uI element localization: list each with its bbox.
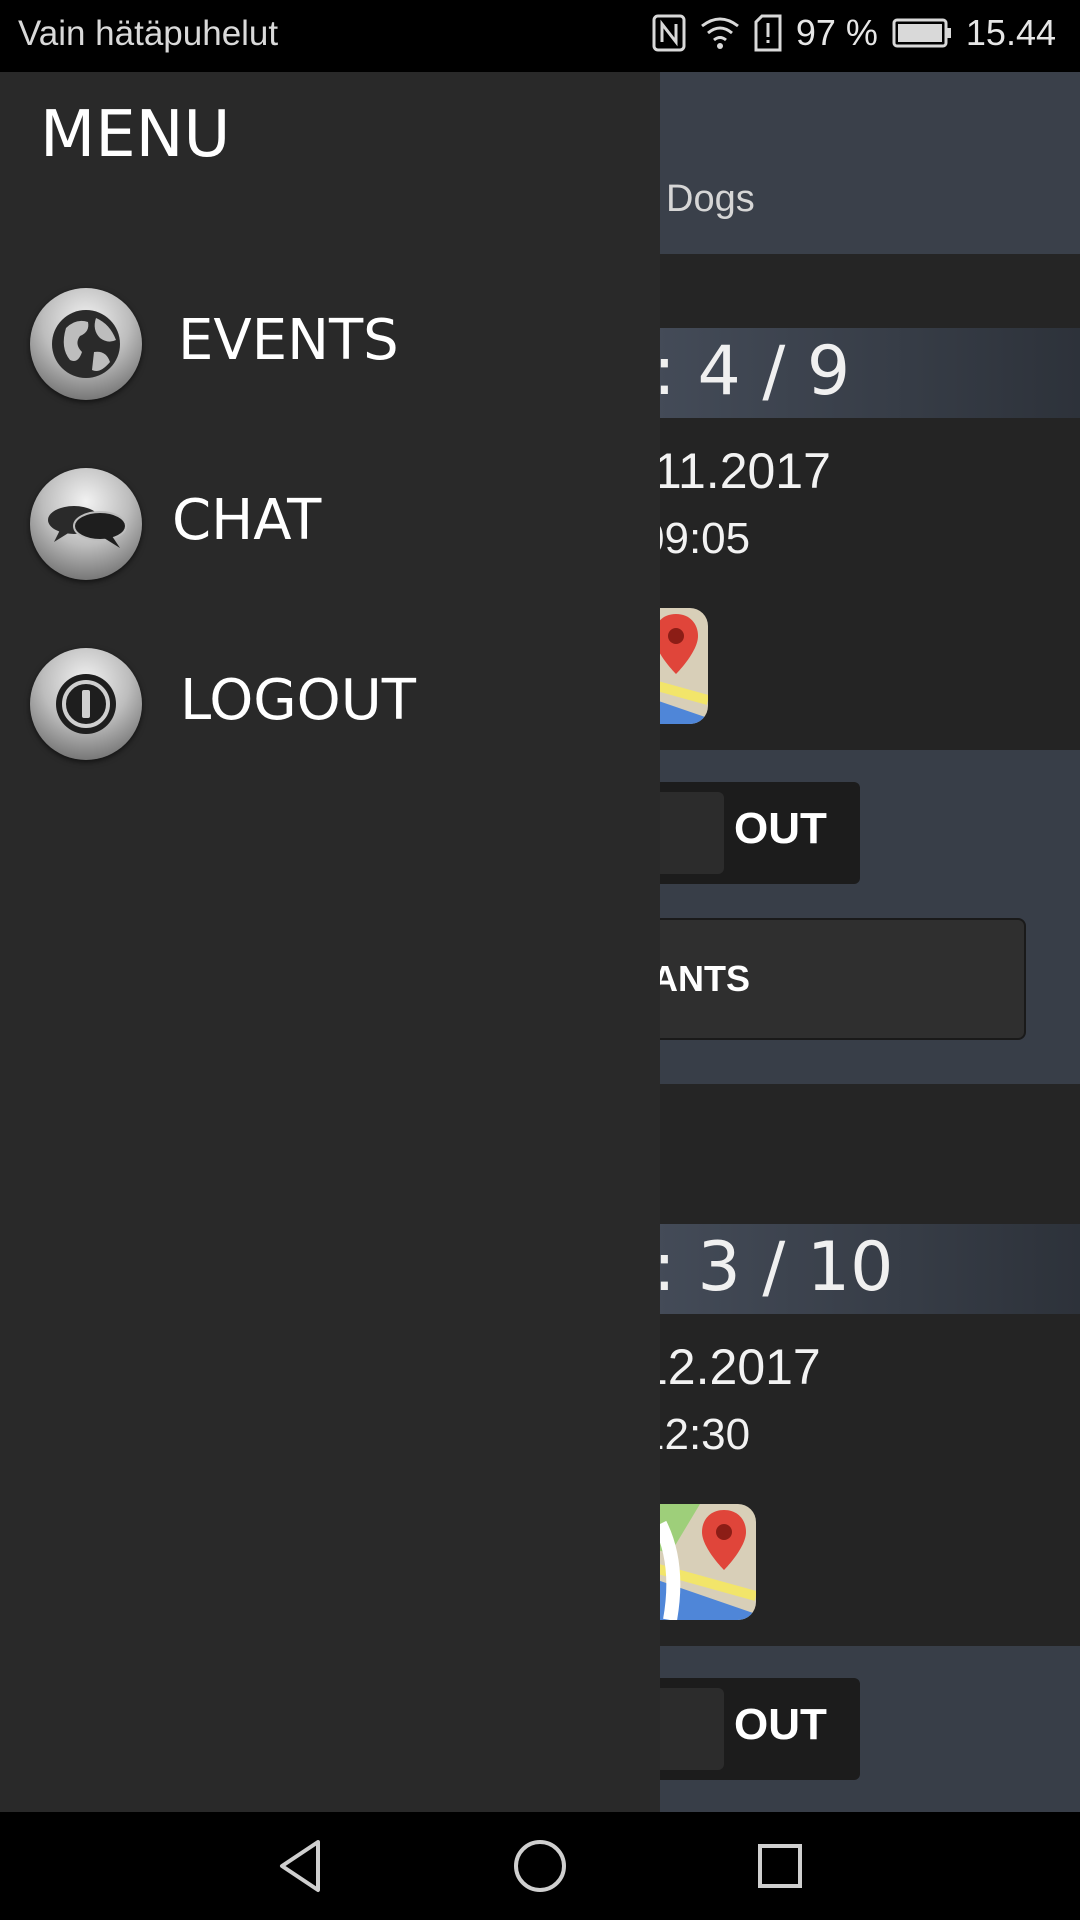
event-date: .11.2017: [640, 443, 831, 499]
menu-item-logout[interactable]: LOGOUT: [0, 638, 660, 768]
status-bar: Vain hätäpuhelut 97 % 15.44: [0, 0, 1080, 72]
toggle-label: OUT: [734, 1700, 827, 1749]
back-icon[interactable]: [270, 1836, 330, 1896]
nfc-icon: [652, 14, 686, 52]
menu-item-label: EVENTS: [178, 308, 399, 373]
chat-bubbles-icon: [30, 468, 142, 580]
navigation-drawer: MENU EVENTS CHAT LOGOUT: [0, 72, 660, 1812]
home-icon[interactable]: [510, 1836, 570, 1896]
menu-item-label: LOGOUT: [180, 668, 416, 733]
menu-item-chat[interactable]: CHAT: [0, 458, 660, 588]
clock: 15.44: [965, 12, 1056, 53]
globe-icon: [30, 288, 142, 400]
status-icons: 97 % 15.44: [652, 12, 1056, 54]
wifi-icon: [700, 17, 739, 49]
drawer-title: MENU: [40, 98, 231, 172]
group-name: Dogs: [666, 178, 755, 220]
carrier-text: Vain hätäpuhelut: [18, 14, 279, 53]
event-date: 12.2017: [640, 1339, 821, 1395]
menu-item-events[interactable]: EVENTS: [0, 278, 660, 408]
participants-label: ANTS: [652, 958, 750, 999]
power-icon: [30, 648, 142, 760]
participants-button[interactable]: ANTS: [600, 918, 1026, 1040]
recents-icon[interactable]: [750, 1836, 810, 1896]
system-nav-bar: [0, 1812, 1080, 1920]
menu-item-label: CHAT: [172, 488, 322, 553]
sim-alert-icon: [754, 14, 782, 52]
battery-percent: 97 %: [795, 12, 878, 53]
battery-icon: [892, 18, 951, 48]
toggle-label: OUT: [734, 804, 827, 853]
